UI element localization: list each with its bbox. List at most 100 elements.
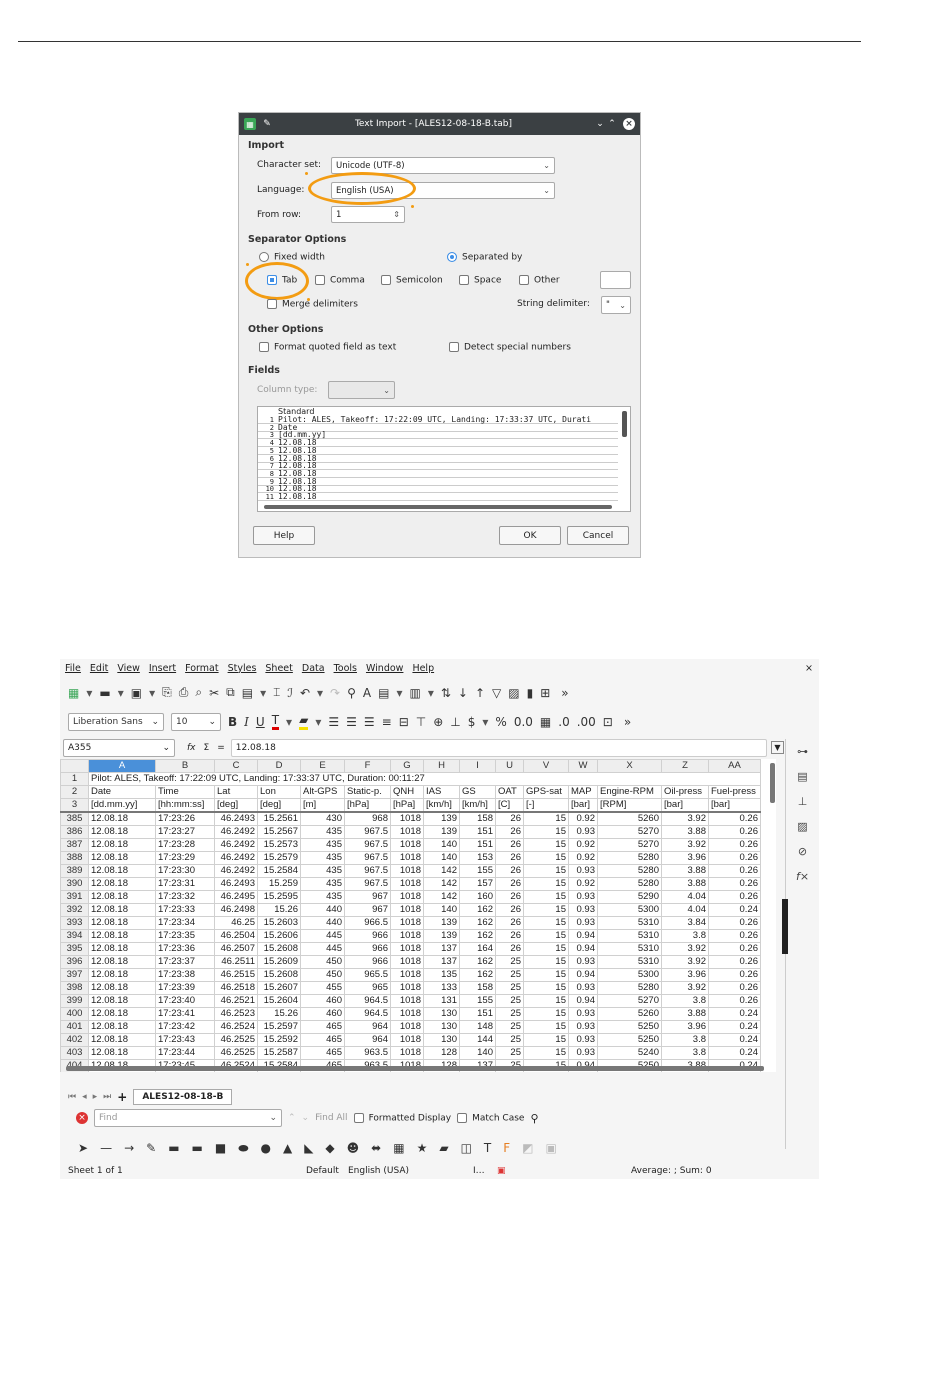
data-cell[interactable]: 26 — [495, 838, 524, 852]
column-header[interactable]: Z — [661, 759, 709, 773]
data-cell[interactable]: 967.5 — [344, 825, 391, 839]
row-number[interactable]: 387 — [60, 838, 89, 852]
data-cell[interactable]: 12.08.18 — [88, 955, 156, 969]
fixed-width-option[interactable]: Fixed width — [259, 252, 325, 263]
dropdown-arrow-icon[interactable]: ▾ — [149, 686, 155, 700]
data-cell[interactable]: 162 — [459, 916, 496, 930]
data-cell[interactable]: 0.26 — [708, 955, 761, 969]
points-icon[interactable]: ◫ — [461, 1141, 472, 1155]
data-cell[interactable]: 17:23:43 — [155, 1033, 215, 1047]
data-cell[interactable]: 15 — [523, 811, 569, 826]
data-cell[interactable]: 25 — [495, 1020, 524, 1034]
data-cell[interactable]: 46.2525 — [214, 1046, 258, 1060]
column-icon[interactable]: ▥ — [409, 686, 420, 700]
data-cell[interactable]: 3.8 — [661, 929, 709, 943]
data-cell[interactable]: 15 — [523, 981, 569, 995]
bold-icon[interactable]: B — [228, 715, 237, 729]
header-cell[interactable]: [bar] — [661, 798, 709, 813]
data-cell[interactable]: 12.08.18 — [88, 994, 156, 1008]
data-cell[interactable]: 5310 — [597, 916, 662, 930]
pivot-table-icon[interactable]: ⊞ — [540, 686, 550, 700]
close-document-icon[interactable]: × — [805, 663, 813, 674]
data-cell[interactable]: 15 — [523, 851, 569, 865]
data-cell[interactable]: 26 — [495, 929, 524, 943]
arrow-line-icon[interactable]: → — [124, 1141, 134, 1155]
data-cell[interactable]: 17:23:44 — [155, 1046, 215, 1060]
data-cell[interactable]: 12.08.18 — [88, 825, 156, 839]
semicolon-option[interactable]: Semicolon — [381, 275, 443, 286]
data-cell[interactable]: 5310 — [597, 929, 662, 943]
data-cell[interactable]: 465 — [300, 1033, 345, 1047]
data-cell[interactable]: 966.5 — [344, 916, 391, 930]
data-cell[interactable]: 128 — [423, 1046, 460, 1060]
flowchart-icon[interactable]: ▦ — [393, 1141, 404, 1155]
ellipse-icon[interactable]: ⬬ — [238, 1141, 248, 1156]
data-cell[interactable]: 5270 — [597, 825, 662, 839]
data-cell[interactable]: 1018 — [390, 811, 424, 826]
data-cell[interactable]: 46.25 — [214, 916, 258, 930]
separated-by-radio[interactable] — [447, 252, 457, 262]
data-cell[interactable]: 0.24 — [708, 1007, 761, 1021]
data-cell[interactable]: 3.88 — [661, 864, 709, 878]
data-cell[interactable]: 151 — [459, 825, 496, 839]
data-cell[interactable]: 460 — [300, 1007, 345, 1021]
data-cell[interactable]: 0.92 — [568, 838, 598, 852]
data-cell[interactable]: 15.2579 — [257, 851, 301, 865]
data-cell[interactable]: 1018 — [390, 1007, 424, 1021]
menu-edit[interactable]: Edit — [90, 663, 108, 674]
row-icon[interactable]: ▤ — [378, 686, 389, 700]
column-header[interactable]: U — [495, 759, 524, 773]
data-cell[interactable]: 140 — [459, 1046, 496, 1060]
data-cell[interactable]: 46.2525 — [214, 1033, 258, 1047]
preview-vscroll[interactable] — [622, 411, 627, 437]
data-cell[interactable]: 12.08.18 — [88, 1046, 156, 1060]
comma-option[interactable]: Comma — [315, 275, 365, 286]
data-cell[interactable]: 0.26 — [708, 994, 761, 1008]
header-cell[interactable]: [hPa] — [344, 798, 391, 813]
row-number[interactable]: 400 — [60, 1007, 89, 1021]
new-spreadsheet-icon[interactable]: ▦ — [68, 686, 79, 700]
data-cell[interactable]: 17:23:35 — [155, 929, 215, 943]
sidebar-collapse-handle[interactable] — [782, 899, 788, 954]
data-cell[interactable]: 15.26 — [257, 1007, 301, 1021]
undo-icon[interactable]: ↶ — [300, 686, 310, 700]
data-cell[interactable]: 5290 — [597, 890, 662, 904]
data-cell[interactable]: 12.08.18 — [88, 929, 156, 943]
other-option[interactable]: Other — [519, 275, 560, 286]
data-cell[interactable]: 15 — [523, 877, 569, 891]
triangle-icon[interactable]: ▲ — [283, 1141, 292, 1155]
data-cell[interactable]: 15 — [523, 825, 569, 839]
data-cell[interactable]: 15 — [523, 994, 569, 1008]
data-cell[interactable]: 12.08.18 — [88, 903, 156, 917]
data-cell[interactable]: 3.92 — [661, 981, 709, 995]
data-cell[interactable]: 465 — [300, 1020, 345, 1034]
last-sheet-icon[interactable]: ⏭ — [103, 1092, 111, 1102]
data-cell[interactable]: 3.92 — [661, 955, 709, 969]
align-left-icon[interactable]: ☰ — [328, 715, 339, 729]
header-cell[interactable]: Time — [155, 785, 215, 799]
data-cell[interactable]: 967.5 — [344, 838, 391, 852]
data-cell[interactable]: 26 — [495, 903, 524, 917]
insert-image-icon[interactable]: ▨ — [508, 686, 519, 700]
menu-tools[interactable]: Tools — [334, 663, 357, 674]
data-cell[interactable]: 3.8 — [661, 1033, 709, 1047]
properties-icon[interactable]: ⊶ — [797, 745, 808, 758]
data-cell[interactable]: 5300 — [597, 968, 662, 982]
data-cell[interactable]: 0.93 — [568, 1007, 598, 1021]
row-number[interactable]: 402 — [60, 1033, 89, 1047]
string-delimiter-select[interactable]: " ⌄ — [601, 296, 631, 314]
data-cell[interactable]: 17:23:30 — [155, 864, 215, 878]
header-cell[interactable]: OAT — [495, 785, 524, 799]
data-cell[interactable]: 15 — [523, 1020, 569, 1034]
data-cell[interactable]: 157 — [459, 877, 496, 891]
row-number[interactable]: 388 — [60, 851, 89, 865]
image-icon[interactable]: ▨ — [797, 820, 807, 833]
spelling-icon[interactable]: A — [363, 686, 371, 700]
data-cell[interactable]: 450 — [300, 968, 345, 982]
row-number[interactable]: 392 — [60, 903, 89, 917]
star-icon[interactable]: ★ — [417, 1141, 428, 1155]
align-right-icon[interactable]: ☰ — [364, 715, 375, 729]
data-cell[interactable]: 12.08.18 — [88, 1020, 156, 1034]
sort-ascending-icon[interactable]: ↓ — [458, 686, 468, 700]
function-wizard-icon[interactable]: fx — [187, 743, 196, 753]
